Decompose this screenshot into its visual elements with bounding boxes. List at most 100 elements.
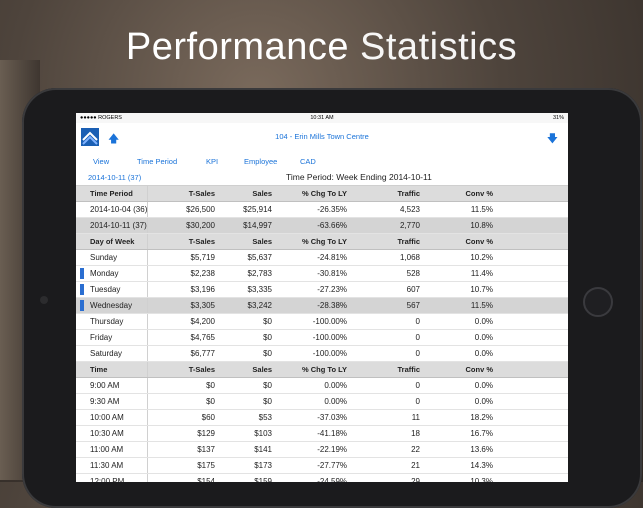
period-date-link[interactable]: 2014-10-11 (37) [88, 173, 141, 182]
table-cell: $53 [219, 409, 276, 426]
table-cell: -26.35% [276, 201, 351, 218]
column-header[interactable]: Time [76, 361, 148, 378]
battery-level: 31% [552, 115, 564, 121]
table-cell: $175 [147, 457, 219, 474]
table-cell: $3,196 [147, 281, 219, 298]
table-cell: -100.00% [276, 329, 351, 346]
column-header[interactable]: Sales [219, 233, 276, 250]
table-row[interactable]: Saturday$6,777$0-100.00%00.0%1, [76, 345, 568, 362]
column-header[interactable]: % Chg To LY [276, 361, 351, 378]
table-cell: 10:00 AM [76, 409, 148, 426]
column-header[interactable]: Conv % [424, 361, 497, 378]
table-cell: 0.0% [424, 313, 497, 330]
column-header[interactable]: Traffic [351, 233, 424, 250]
table-cell: 0.0% [424, 377, 497, 394]
table-row[interactable]: 10:00 AM $60 $53 -37.03% 11 18.2% [76, 409, 568, 426]
table-row[interactable]: 9:30 AM $0 $0 0.00% 0 0.0% [76, 393, 568, 410]
table-cell: -100.00% [276, 345, 351, 362]
table-cell: 0 [351, 393, 424, 410]
table-row[interactable]: Monday $2,238 $2,783 -30.81% 528 11.4% [76, 265, 568, 282]
column-header[interactable]: Sales [219, 361, 276, 378]
table-cell: $0 [147, 393, 219, 410]
table-cell: 1, [497, 345, 568, 362]
stats-table: Time Period T-Sales Sales% Chg To LY Traffi… [76, 186, 568, 482]
store-selector[interactable]: 104 - Erin Mills Town Centre [76, 132, 568, 141]
table-cell [497, 473, 568, 482]
clock: 10:31 AM [310, 115, 334, 121]
table-cell [497, 329, 568, 346]
table-cell: 3, [497, 217, 568, 234]
table-cell: $0 [219, 345, 276, 362]
table-cell: -100.00% [276, 313, 351, 330]
table-cell: 528 [351, 265, 424, 282]
column-header[interactable]: Day of Week [76, 233, 148, 250]
selection-marker [80, 268, 84, 279]
menu-kpi[interactable]: KPI [206, 157, 218, 166]
table-cell: 0.00% [276, 377, 351, 394]
column-header[interactable]: LY Tra [497, 233, 568, 250]
table-cell: -41.18% [276, 425, 351, 442]
table-cell: $30,200 [147, 217, 219, 234]
table-row[interactable]: Sunday$5,719$5,637-24.81%1,06810.2%1, [76, 249, 568, 266]
table-row[interactable]: 11:00 AM $137 $141 -22.19% 22 13.6% [76, 441, 568, 458]
table-cell: 11.5% [424, 201, 497, 218]
camera [40, 296, 48, 304]
table-cell: 13.6% [424, 441, 497, 458]
column-header[interactable]: % Chg To LY [276, 186, 351, 202]
column-header[interactable]: T-Sales [147, 233, 219, 250]
table-cell: 11 [351, 409, 424, 426]
column-header[interactable]: T-Sales [147, 186, 219, 202]
column-header[interactable]: Conv % [424, 233, 497, 250]
table-cell: 0 [351, 313, 424, 330]
table-cell: $103 [219, 425, 276, 442]
table-cell [497, 441, 568, 458]
table-cell: 29 [351, 473, 424, 482]
table-cell: $4,765 [147, 329, 219, 346]
table-row[interactable]: 2014-10-11 (37) $30,200 $14,997 -63.66% 2,77… [76, 217, 568, 234]
column-header[interactable]: Conv % [424, 186, 497, 202]
table-cell: 607 [351, 281, 424, 298]
table-cell: -30.81% [276, 265, 351, 282]
table-cell: 0.0% [424, 345, 497, 362]
table-row[interactable]: 10:30 AM $129 $103 -41.18% 18 16.7% [76, 425, 568, 442]
column-header[interactable]: LY Tra [497, 361, 568, 378]
menu-cad[interactable]: CAD [300, 157, 316, 166]
period-title: Time Period: Week Ending 2014-10-11 [286, 172, 432, 182]
row-label: Wednesday [90, 301, 133, 310]
table-cell [497, 313, 568, 330]
scroll-down-arrow-icon[interactable]: 🡇 [547, 130, 558, 149]
column-header[interactable]: Time Period [76, 186, 148, 202]
column-header[interactable]: Sales [219, 186, 276, 202]
column-header[interactable]: Traffic [351, 186, 424, 202]
table-row[interactable]: Wednesday $3,305 $3,242 -28.38% 567 11.5% [76, 297, 568, 314]
table-cell: 11:00 AM [76, 441, 148, 458]
table-cell: $2,783 [219, 265, 276, 282]
table-cell: 9:00 AM [76, 377, 148, 394]
table-row[interactable]: Tuesday $3,196 $3,335 -27.23% 607 10.7% [76, 281, 568, 298]
table-cell: 1,068 [351, 249, 424, 266]
menu-employee[interactable]: Employee [244, 157, 277, 166]
home-button[interactable] [583, 287, 613, 317]
table-row[interactable]: Thursday $4,200 $0 -100.00% 0 0.0% [76, 313, 568, 330]
table-cell: $173 [219, 457, 276, 474]
table-cell: $5,719 [147, 249, 219, 266]
column-header[interactable]: % Chg To LY [276, 233, 351, 250]
table-row[interactable]: Friday $4,765 $0 -100.00% 0 0.0% [76, 329, 568, 346]
table-cell: $0 [147, 377, 219, 394]
column-header[interactable]: LY Tra [497, 186, 568, 202]
table-row[interactable]: 12:00 PM $154 $159 -24.59% 29 10.3% [76, 473, 568, 482]
menu-view[interactable]: View [93, 157, 109, 166]
column-header[interactable]: T-Sales [147, 361, 219, 378]
menu-time-period[interactable]: Time Period [137, 157, 177, 166]
table-cell [497, 281, 568, 298]
table-cell: 0.00% [276, 393, 351, 410]
table-row[interactable]: 2014-10-04 (36) $26,500 $25,914 -26.35% 4,52… [76, 201, 568, 218]
table-cell: $129 [147, 425, 219, 442]
column-header[interactable]: Traffic [351, 361, 424, 378]
table-cell: 4, [497, 201, 568, 218]
table-cell: -63.66% [276, 217, 351, 234]
table-cell: 12:00 PM [76, 473, 148, 482]
table-row[interactable]: 11:30 AM $175 $173 -27.77% 21 14.3% [76, 457, 568, 474]
table-cell [497, 409, 568, 426]
table-row[interactable]: 9:00 AM $0 $0 0.00% 0 0.0% [76, 377, 568, 394]
